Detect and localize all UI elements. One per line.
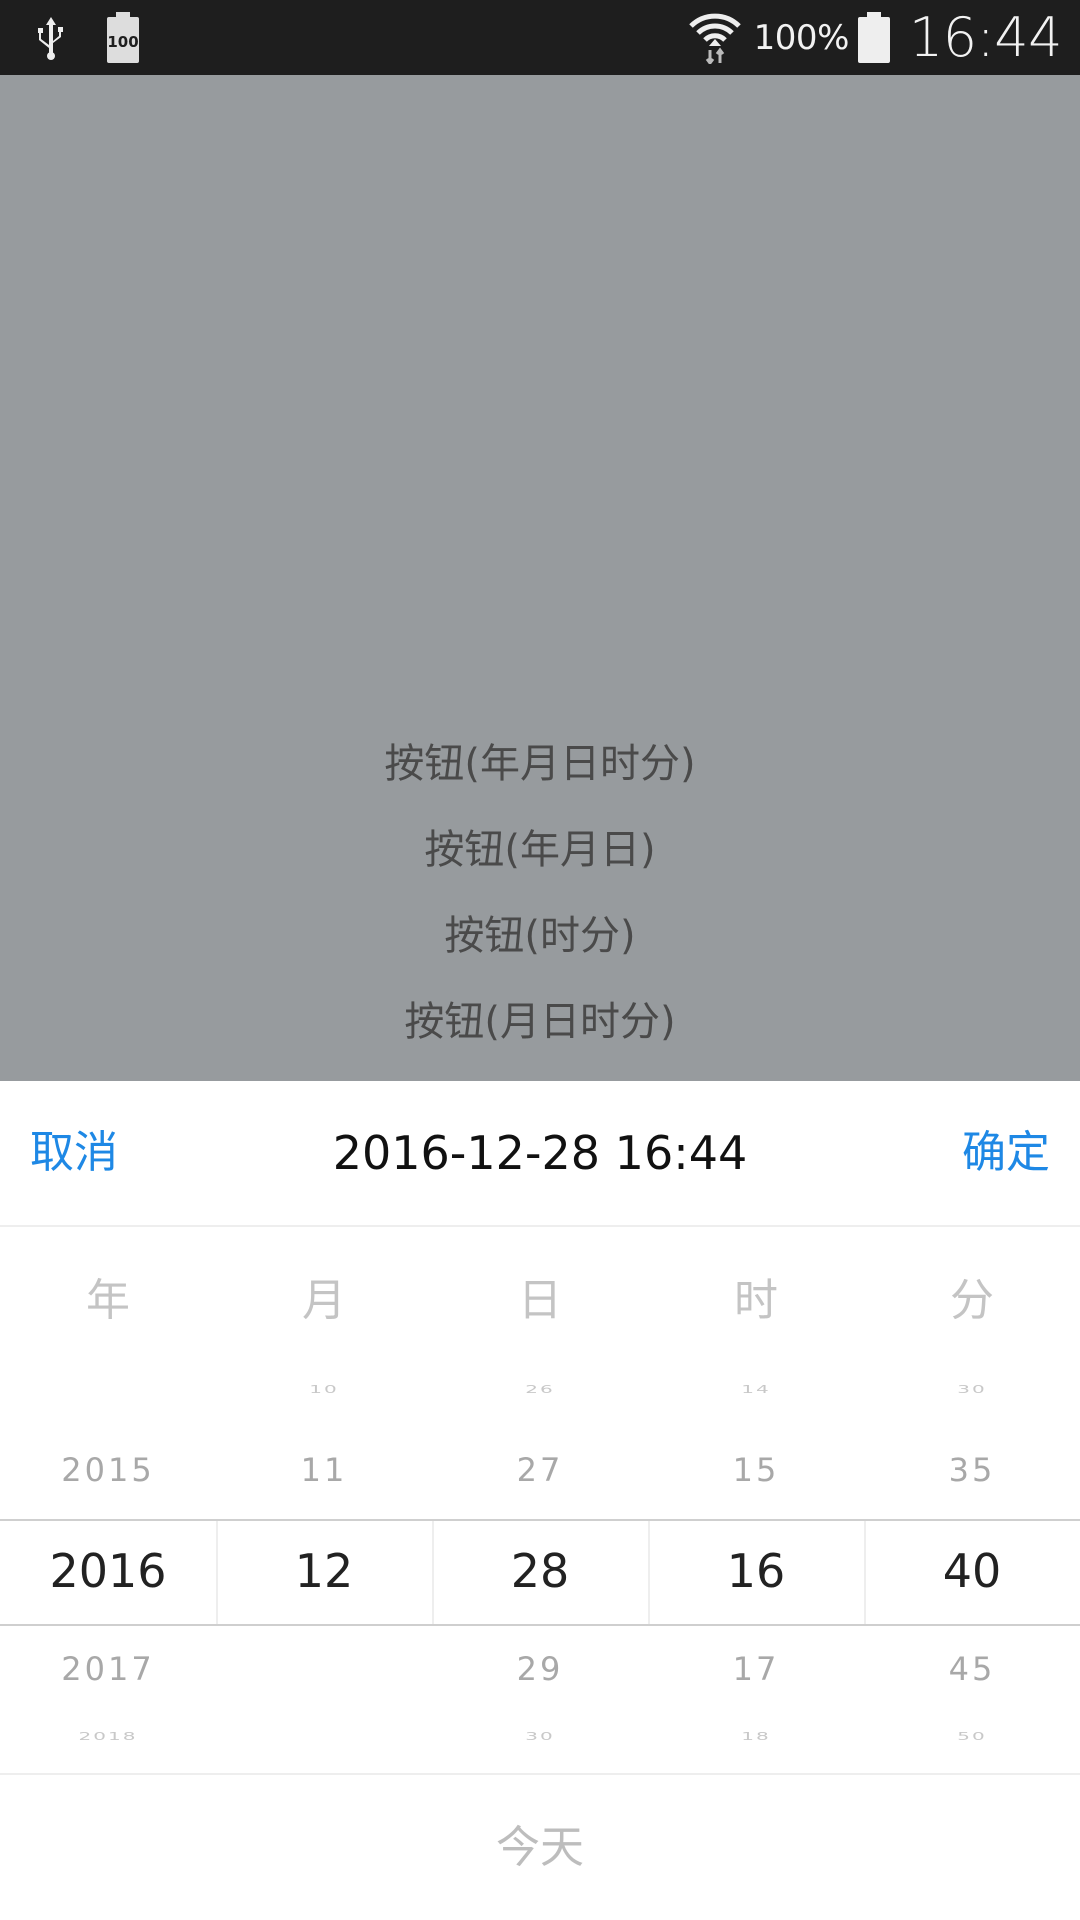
cancel-button[interactable]: 取消 bbox=[30, 1081, 118, 1225]
usb-icon bbox=[34, 15, 68, 61]
wheel-item: 17 bbox=[732, 1650, 780, 1688]
main-content-overlay[interactable]: 按钮(年月日时分) 按钮(年月日) 按钮(时分) 按钮(月日时分) bbox=[0, 75, 1080, 1081]
today-button[interactable]: 今天 bbox=[0, 1775, 1080, 1920]
button-mdhm[interactable]: 按钮(月日时分) bbox=[0, 989, 1080, 1047]
wheel-item: 11 bbox=[300, 1451, 348, 1489]
wheel-item-selected: 16 bbox=[726, 1544, 786, 1598]
button-hm[interactable]: 按钮(时分) bbox=[0, 903, 1080, 961]
confirm-button[interactable]: 确定 bbox=[962, 1081, 1050, 1225]
wheel-item: 35 bbox=[948, 1451, 996, 1489]
wheel-item: 30 bbox=[957, 1382, 987, 1396]
wheel-item: 2018 bbox=[78, 1729, 138, 1743]
wheel-item: 14 bbox=[741, 1382, 771, 1396]
column-header-day: 日 bbox=[518, 1275, 562, 1326]
picker-header: 2016-12-28 16:44 取消 确定 bbox=[0, 1081, 1080, 1227]
wheel-item: 50 bbox=[957, 1729, 987, 1743]
wheel-item-selected: 40 bbox=[942, 1544, 1002, 1598]
wifi-icon bbox=[688, 12, 742, 64]
wheel-item: 29 bbox=[516, 1650, 564, 1688]
button-ymdhm[interactable]: 按钮(年月日时分) bbox=[0, 731, 1080, 789]
wheel-item: 45 bbox=[948, 1650, 996, 1688]
wheel-item: 15 bbox=[732, 1451, 780, 1489]
wheel-item: 2015 bbox=[61, 1451, 155, 1489]
battery-percent: 100% bbox=[753, 17, 850, 58]
wheel-item-selected: 12 bbox=[294, 1544, 354, 1598]
status-clock: 16:44 bbox=[908, 6, 1063, 69]
battery-icon bbox=[857, 11, 891, 64]
picker-title: 2016-12-28 16:44 bbox=[332, 1126, 748, 1180]
wheel-item: 2017 bbox=[61, 1650, 155, 1688]
wheel-item: 30 bbox=[525, 1729, 555, 1743]
status-bar: 100 100% 16:44 bbox=[0, 0, 1080, 75]
battery-small-label: 100 bbox=[107, 33, 138, 51]
column-header-year: 年 bbox=[86, 1275, 130, 1326]
date-time-picker-sheet: 2016-12-28 16:44 取消 确定 年 月 日 时 分 2015 20… bbox=[0, 1081, 1080, 1920]
column-header-month: 月 bbox=[302, 1275, 346, 1326]
wheel-item: 26 bbox=[525, 1382, 555, 1396]
column-header-hour: 时 bbox=[734, 1275, 778, 1326]
selection-bottom-line bbox=[0, 1624, 1080, 1626]
wheel-item: 18 bbox=[741, 1729, 771, 1743]
selection-top-line bbox=[0, 1519, 1080, 1521]
column-header-minute: 分 bbox=[950, 1275, 994, 1326]
wheel-item: 10 bbox=[309, 1382, 339, 1396]
wheel-item-selected: 28 bbox=[510, 1544, 570, 1598]
button-ymd[interactable]: 按钮(年月日) bbox=[0, 817, 1080, 875]
screen: 100 100% 16:44 按钮(年月日时分) 按钮(年月日) 按钮(时分) … bbox=[0, 0, 1080, 1920]
battery-100-icon: 100 bbox=[106, 11, 140, 64]
wheel-item: 27 bbox=[516, 1451, 564, 1489]
wheel-item-selected: 2016 bbox=[49, 1544, 167, 1598]
